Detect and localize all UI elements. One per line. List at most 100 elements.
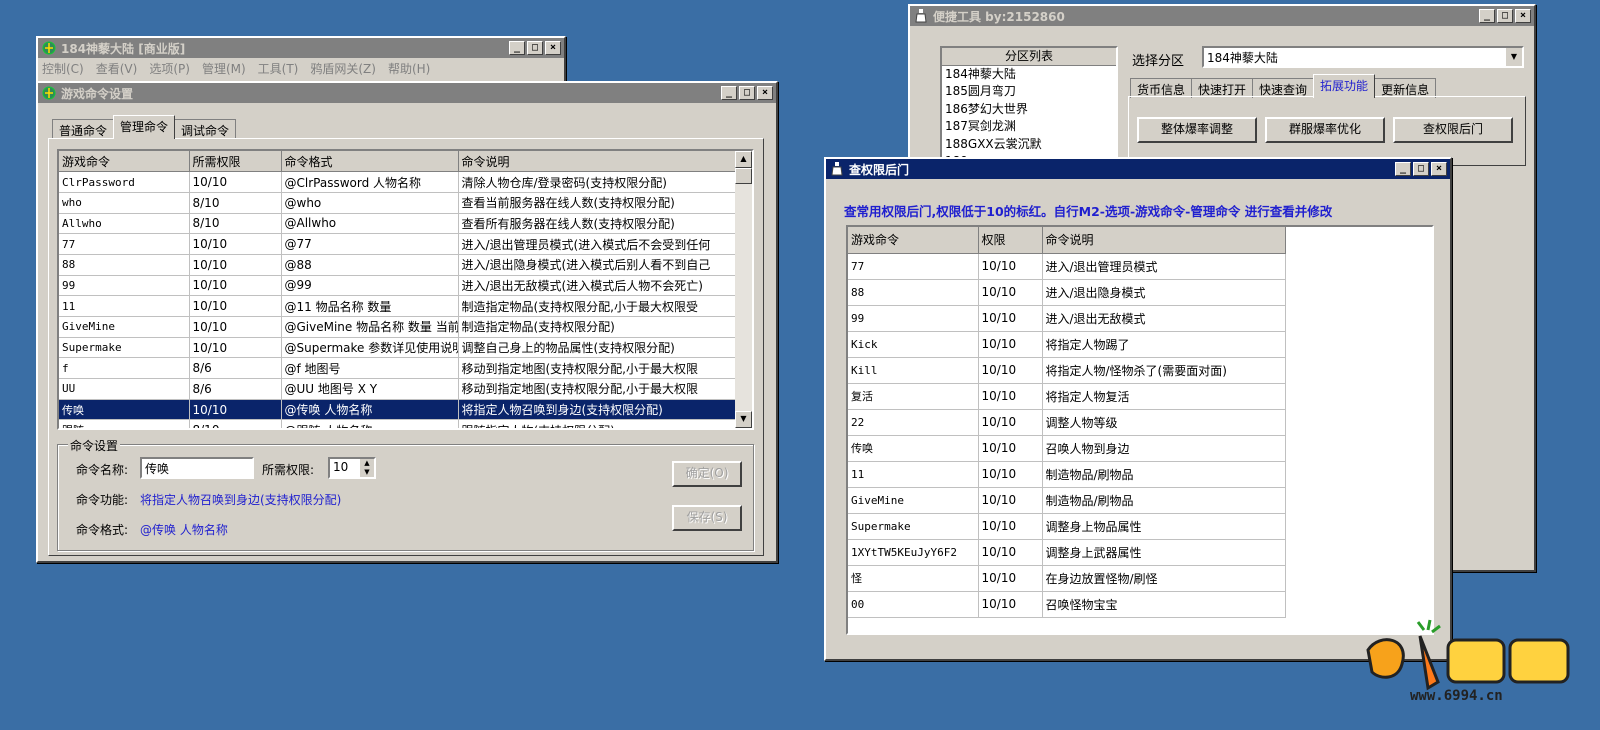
table-row[interactable]: 怪 10/10 在身边放置怪物/刷怪 (848, 565, 1286, 592)
cell-description: 将指定人物召唤到身边(支持权限分配) (458, 399, 736, 421)
spinner-arrows-icon[interactable]: ▲ ▼ (360, 459, 374, 477)
tab-currency-info[interactable]: 货币信息 (1130, 78, 1193, 98)
menu-manage[interactable]: 管理(M) (202, 60, 246, 77)
zone-select[interactable]: 184神藜大陆 ▼ (1202, 46, 1524, 68)
table-row[interactable]: 11 10/10 @11 物品名称 数量 制造指定物品(支持权限分配,小于最大权限受 (59, 295, 736, 317)
zone-list[interactable]: 分区列表 184神藜大陆 185圆月弯刀 186梦幻大世界 187冥剑龙渊 18… (940, 46, 1118, 166)
scroll-thumb[interactable] (735, 168, 752, 184)
maximize-button[interactable]: □ (1413, 162, 1429, 176)
backdoor-titlebar[interactable]: 查权限后门 _ □ × (826, 159, 1450, 179)
table-row[interactable]: Kick 10/10 将指定人物踢了 (848, 331, 1286, 358)
menu-gateway[interactable]: 鸦盾网关(Z) (310, 60, 376, 77)
command-table-scrollbar[interactable]: ▲ ▼ (735, 151, 752, 428)
tab-extended-features[interactable]: 拓展功能 (1313, 74, 1376, 98)
table-row[interactable]: Supermake 10/10 调整身上物品属性 (848, 513, 1286, 540)
cell-command: 1XYtTW5KEuJyY6F2 (848, 539, 979, 566)
tab-quick-query[interactable]: 快速查询 (1252, 78, 1315, 98)
zone-item[interactable]: 187冥剑龙渊 (942, 118, 1116, 136)
minimize-button[interactable]: _ (509, 41, 525, 55)
zone-item[interactable]: 186梦幻大世界 (942, 101, 1116, 119)
tool-bottle-icon (829, 161, 845, 177)
column-header-permission[interactable]: 所需权限 (189, 151, 282, 173)
table-row[interactable]: 11 10/10 制造物品/刷物品 (848, 461, 1286, 488)
tab-debug-commands[interactable]: 调试命令 (174, 119, 237, 139)
table-row[interactable]: Allwho 8/10 @Allwho 查看所有服务器在线人数(支持权限分配) (59, 213, 736, 235)
tab-update-info[interactable]: 更新信息 (1374, 78, 1437, 98)
cell-description: 调整人物等级 (1042, 409, 1286, 436)
table-row[interactable]: 传唤 10/10 召唤人物到身边 (848, 435, 1286, 462)
table-row[interactable]: f 8/6 @f 地图号 移动到指定地图(支持权限分配,小于最大权限 (59, 357, 736, 380)
close-button[interactable]: × (757, 86, 773, 100)
table-row[interactable]: who 8/10 @who 查看当前服务器在线人数(支持权限分配) (59, 192, 736, 214)
scroll-up-button[interactable]: ▲ (735, 151, 752, 168)
table-row[interactable]: 传唤 10/10 @传唤 人物名称 将指定人物召唤到身边(支持权限分配) (59, 399, 736, 421)
command-settings-title: 游戏命令设置 (61, 86, 134, 101)
close-button[interactable]: × (1431, 162, 1447, 176)
menu-options[interactable]: 选项(P) (149, 60, 190, 77)
check-backdoor-button[interactable]: 查权限后门 (1393, 117, 1513, 143)
table-row[interactable]: UU 8/6 @UU 地图号 X Y 移动到指定地图(支持权限分配,小于最大权限 (59, 378, 736, 400)
menu-view[interactable]: 查看(V) (96, 60, 138, 77)
table-row[interactable]: 88 10/10 @88 进入/退出隐身模式(进入模式后别人看不到自己 (59, 254, 736, 276)
cell-format: @Allwho (281, 213, 459, 235)
column-header-description[interactable]: 命令说明 (1042, 227, 1286, 254)
table-row[interactable]: Kill 10/10 将指定人物/怪物杀了(需要面对面) (848, 357, 1286, 384)
cell-permission: 10/10 (189, 295, 282, 317)
cell-format: @11 物品名称 数量 (281, 295, 459, 317)
zone-item[interactable]: 185圆月弯刀 (942, 83, 1116, 101)
cell-format: @88 (281, 254, 459, 276)
tab-normal-commands[interactable]: 普通命令 (52, 119, 115, 139)
maximize-button[interactable]: □ (739, 86, 755, 100)
menu-control[interactable]: 控制(C) (42, 60, 84, 77)
table-row[interactable]: 99 10/10 @99 进入/退出无敌模式(进入模式后人物不会死亡) (59, 275, 736, 297)
permission-spinner[interactable]: 10 ▲ ▼ (328, 457, 376, 479)
save-button[interactable]: 保存(S) (672, 505, 742, 531)
main-window-titlebar[interactable]: 184神藜大陆 [商业版] _ □ × (38, 38, 564, 58)
table-row[interactable]: ClrPassword 10/10 @ClrPassword 人物名称 清除人物仓库/… (59, 171, 736, 193)
zone-item[interactable]: 188GXX云裳沉默 (942, 136, 1116, 154)
tab-admin-commands[interactable]: 管理命令 (113, 115, 176, 139)
permission-label: 所需权限: (262, 463, 315, 477)
minimize-button[interactable]: _ (1395, 162, 1411, 176)
table-row[interactable]: 1XYtTW5KEuJyY6F2 10/10 调整身上武器属性 (848, 539, 1286, 566)
menu-help[interactable]: 帮助(H) (388, 60, 430, 77)
group-drop-rate-button[interactable]: 群服爆率优化 (1265, 117, 1385, 143)
close-button[interactable]: × (545, 41, 561, 55)
command-name-input[interactable]: 传唤 (140, 457, 254, 479)
table-row[interactable]: 77 10/10 @77 进入/退出管理员模式(进入模式后不会受到任何 (59, 233, 736, 255)
maximize-button[interactable]: □ (527, 41, 543, 55)
command-settings-titlebar[interactable]: 游戏命令设置 _ □ × (38, 83, 776, 103)
cell-command: 99 (848, 305, 979, 332)
table-row[interactable]: 77 10/10 进入/退出管理员模式 (848, 253, 1286, 280)
chevron-down-icon[interactable]: ▼ (1506, 48, 1522, 66)
cell-permission: 10/10 (978, 513, 1043, 540)
cell-permission: 8/10 (189, 192, 282, 214)
cell-command: 传唤 (59, 399, 190, 421)
minimize-button[interactable]: _ (1479, 9, 1495, 23)
column-header-description[interactable]: 命令说明 (458, 151, 736, 173)
table-row[interactable]: 99 10/10 进入/退出无敌模式 (848, 305, 1286, 332)
column-header-command[interactable]: 游戏命令 (848, 227, 979, 254)
table-row[interactable]: 跟随8/10@跟随 人物名称跟随指定人物(支持权限分配) (59, 419, 736, 428)
tab-quick-open[interactable]: 快速打开 (1191, 78, 1254, 98)
command-format-value: @传唤 人物名称 (140, 523, 228, 537)
table-row[interactable]: Supermake 10/10 @Supermake 参数详见使用说明 调整自己身上的… (59, 337, 736, 359)
ok-button[interactable]: 确定(O) (672, 461, 742, 487)
overall-drop-rate-button[interactable]: 整体爆率调整 (1137, 117, 1257, 143)
table-row[interactable]: 00 10/10 召唤怪物宝宝 (848, 591, 1286, 618)
scroll-down-button[interactable]: ▼ (735, 411, 752, 428)
column-header-format[interactable]: 命令格式 (281, 151, 459, 173)
table-row[interactable]: 88 10/10 进入/退出隐身模式 (848, 279, 1286, 306)
menu-tools[interactable]: 工具(T) (258, 60, 299, 77)
zone-item[interactable]: 184神藜大陆 (942, 66, 1116, 84)
table-row[interactable]: 22 10/10 调整人物等级 (848, 409, 1286, 436)
maximize-button[interactable]: □ (1497, 9, 1513, 23)
table-row[interactable]: 复活 10/10 将指定人物复活 (848, 383, 1286, 410)
table-row[interactable]: GiveMine 10/10 @GiveMine 物品名称 数量 当前 制造指定物品(… (59, 316, 736, 338)
table-row[interactable]: GiveMine 10/10 制造物品/刷物品 (848, 487, 1286, 514)
tools-titlebar[interactable]: 便捷工具 by:2152860 _ □ × (910, 6, 1534, 26)
column-header-permission[interactable]: 权限 (978, 227, 1043, 254)
close-button[interactable]: × (1515, 9, 1531, 23)
minimize-button[interactable]: _ (721, 86, 737, 100)
column-header-command[interactable]: 游戏命令 (59, 151, 190, 173)
